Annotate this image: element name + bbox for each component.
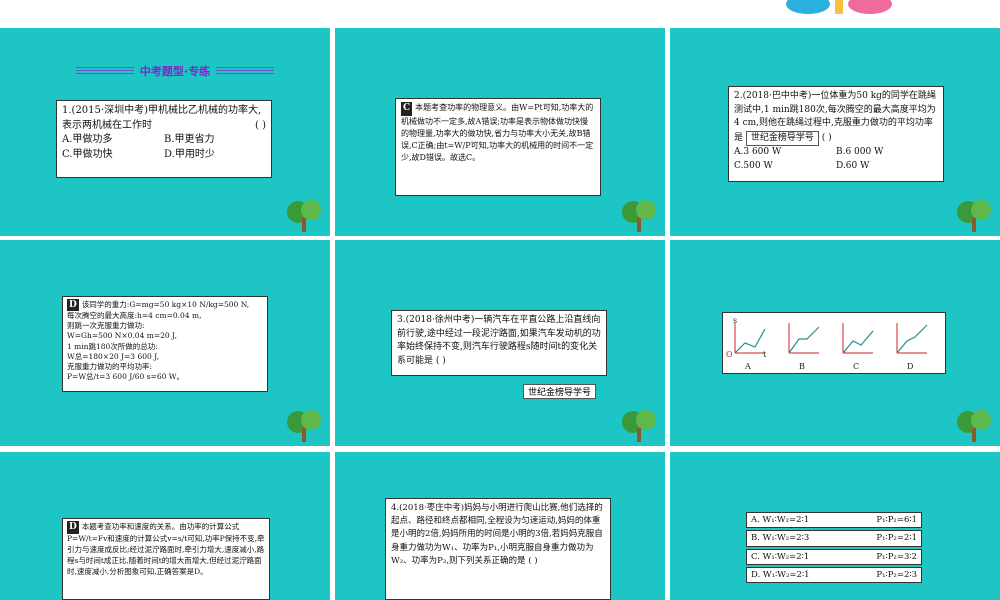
tree-icon [287,200,321,232]
option-a-work: A. W₁∶W₂=2∶1 [751,515,810,525]
tree-icon [622,410,656,442]
option-a[interactable]: A.3 600 W [734,146,836,160]
tree-icon [957,200,991,232]
watermark-tag: 世纪金榜导学号 [523,384,597,399]
axis-s-label: s [733,316,738,325]
option-c[interactable]: C.500 W [734,160,836,174]
option-b-row[interactable]: B. W₁∶W₂=2∶3 P₁∶P₂=2∶1 [746,530,922,547]
question-2-card: 2.(2018·巴中中考)一位体重为50 kg的同学在跳绳测试中,1 min跳1… [728,86,944,182]
solution-2-line-5: 1 min跳180次所做的总功: [67,341,158,351]
origin-label: O [726,350,733,359]
question-3-card: 3.(2018·徐州中考)一辆汽车在平直公路上沿直线向前行驶,途中经过一段泥泞路… [391,310,607,376]
slide-4: D 该同学的重力:G=mg=50 kg×10 N/kg=500 N, 每次腾空的最… [0,240,330,446]
watermark-box: 世纪金榜导学号 [523,380,597,399]
option-a-power: P₁∶P₂=6∶1 [876,515,917,525]
option-d-row[interactable]: D. W₁∶W₂=2∶1 P₁∶P₂=2∶3 [746,566,922,584]
graph-c[interactable] [839,321,875,357]
question-1-options: A.甲做功多 B.甲更省力 C.甲做功快 D.甲用时少 [62,133,266,162]
graph-b-label: B [799,362,805,371]
question-4-card: 4.(2018·枣庄中考)妈妈与小明进行爬山比赛,他们选择的起点、路径和终点都相… [385,498,611,600]
slide-3: 2.(2018·巴中中考)一位体重为50 kg的同学在跳绳测试中,1 min跳1… [670,28,1000,236]
solution-2-card: D 该同学的重力:G=mg=50 kg×10 N/kg=500 N, 每次腾空的最… [62,296,268,392]
solution-2-line-2: 每次腾空的最大高度:h=4 cm=0.04 m, [67,311,202,321]
graph-options-card: A B C D s t O [722,312,946,374]
solution-2-line-1: 该同学的重力:G=mg=50 kg×10 N/kg=500 N, [81,300,250,309]
solution-3-text: 本题考查功率和速度的关系。由功率的计算公式P=W/t=Fv和速度的计算公式v=s… [67,522,265,576]
option-b[interactable]: B.甲更省力 [164,133,266,148]
solution-3-card: D 本题考查功率和速度的关系。由功率的计算公式P=W/t=Fv和速度的计算公式v=… [62,518,270,600]
title-stripes-left [76,66,134,76]
solution-3-answer: D [67,521,79,535]
option-c-row[interactable]: C. W₁∶W₂=2∶1 P₁∶P₂=3∶2 [746,548,922,565]
question-2-blank: ( ) [821,132,832,143]
graph-a-label: A [745,362,751,371]
question-1-stem: 1.(2015·深圳中考)甲机械比乙机械的功率大,表示两机械在工作时 [62,105,262,131]
option-b-work: B. W₁∶W₂=2∶3 [751,533,810,544]
solution-1-text: 本题考查功率的物理意义。由W=Pt可知,功率大的机械做功不一定多,故A错误;功率… [401,103,594,162]
option-c-power: P₁∶P₂=3∶2 [876,551,917,562]
section-title: 中考题型·专练 [139,65,211,78]
graph-d-label: D [907,362,914,371]
option-d[interactable]: D.甲用时少 [164,148,266,163]
question-4-options: A. W₁∶W₂=2∶1 P₁∶P₂=6∶1 B. W₁∶W₂=2∶3 P₁∶P… [746,512,922,584]
title-stripes-right [216,66,274,76]
axis-t-label: t [763,350,767,359]
option-a[interactable]: A.甲做功多 [62,133,164,148]
question-1-card: 1.(2015·深圳中考)甲机械比乙机械的功率大,表示两机械在工作时 ( ) A… [56,100,272,178]
solution-2-line-7: 克服重力做功的平均功率: [67,361,153,371]
option-c[interactable]: C.甲做功快 [62,148,164,163]
option-a-row[interactable]: A. W₁∶W₂=2∶1 P₁∶P₂=6∶1 [746,512,922,529]
graph-b[interactable] [785,321,821,357]
slide-6: A B C D s t O [670,240,1000,446]
slide-9: A. W₁∶W₂=2∶1 P₁∶P₂=6∶1 B. W₁∶W₂=2∶3 P₁∶P… [670,452,1000,600]
section-title-bar: 中考题型·专练 [76,64,274,78]
option-c-work: C. W₁∶W₂=2∶1 [751,551,810,562]
solution-2-answer: D [67,299,79,312]
solution-1-answer: C [401,102,413,116]
graph-d[interactable] [893,321,929,357]
solution-2-line-8: P=W总/t=3 600 J/60 s=60 W。 [67,371,184,381]
tree-icon [957,410,991,442]
question-4-blank: ( ) [528,555,538,566]
slide-8: 4.(2018·枣庄中考)妈妈与小明进行爬山比赛,他们选择的起点、路径和终点都相… [335,452,665,600]
solution-2-line-3: 则跳一次克服重力做功: [67,321,145,331]
question-4-stem: 4.(2018·枣庄中考)妈妈与小明进行爬山比赛,他们选择的起点、路径和终点都相… [391,503,603,566]
solution-2-line-4: W=Gh=500 N×0.04 m=20 J, [67,331,178,341]
option-d[interactable]: D.60 W [836,160,938,174]
slide-7: D 本题考查功率和速度的关系。由功率的计算公式P=W/t=Fv和速度的计算公式v=… [0,452,330,600]
option-b[interactable]: B.6 000 W [836,146,938,160]
graph-c-label: C [853,362,860,371]
question-2-options: A.3 600 W B.6 000 W C.500 W D.60 W [734,146,938,173]
option-d-work: D. W₁∶W₂=2∶1 [751,569,810,580]
question-3-stem: 3.(2018·徐州中考)一辆汽车在平直公路上沿直线向前行驶,途中经过一段泥泞路… [397,315,601,366]
top-decoration [780,0,900,22]
solution-2-line-6: W总=180×20 J=3 600 J, [67,351,160,361]
solution-1-card: C 本题考查功率的物理意义。由W=Pt可知,功率大的机械做功不一定多,故A错误;功… [395,98,601,196]
slide-1: 中考题型·专练 1.(2015·深圳中考)甲机械比乙机械的功率大,表示两机械在工… [0,28,330,236]
tree-icon [287,410,321,442]
question-3-blank: ( ) [435,355,446,366]
question-1-blank: ( ) [255,119,266,131]
tree-icon [622,200,656,232]
option-d-power: P₁∶P₂=2∶3 [876,569,917,580]
slide-5: 3.(2018·徐州中考)一辆汽车在平直公路上沿直线向前行驶,途中经过一段泥泞路… [335,240,665,446]
option-b-power: P₁∶P₂=2∶1 [876,533,917,544]
decoration-icon [786,0,892,14]
watermark-tag: 世纪金榜导学号 [745,130,819,146]
slide-2: C 本题考查功率的物理意义。由W=Pt可知,功率大的机械做功不一定多,故A错误;功… [335,28,665,236]
